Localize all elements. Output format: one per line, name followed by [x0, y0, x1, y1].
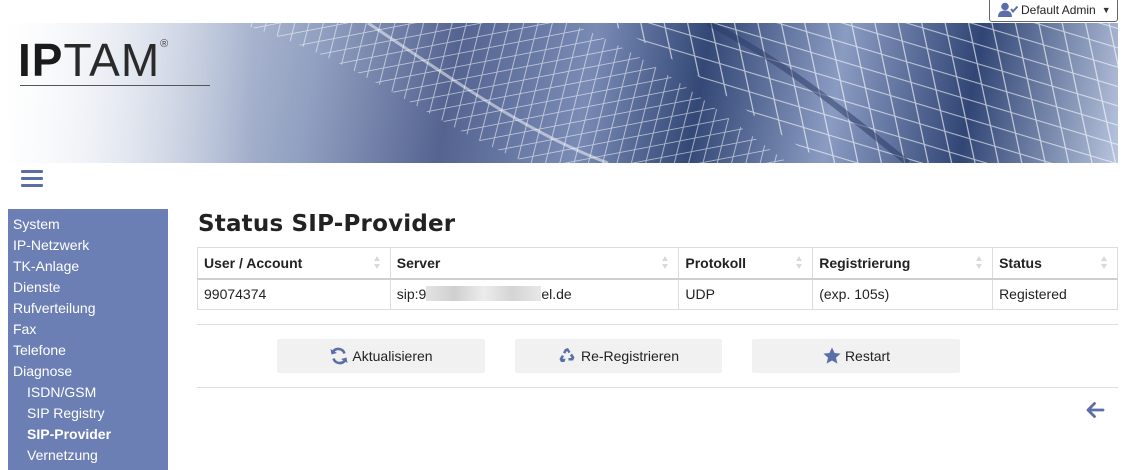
star-icon [823, 347, 841, 364]
chevron-down-icon: ▼ [1101, 5, 1111, 15]
sort-icon [1101, 256, 1108, 270]
divider [197, 387, 1118, 388]
refresh-button[interactable]: Aktualisieren [277, 339, 485, 373]
user-check-icon [998, 2, 1018, 17]
column-header-registration[interactable]: Registrierung [812, 247, 994, 280]
sort-icon [796, 256, 803, 270]
sidebar-item-sip-provider[interactable]: SIP-Provider [8, 426, 168, 447]
column-header-account[interactable]: User / Account [197, 247, 391, 280]
recycle-icon [559, 348, 575, 362]
reregister-button-label: Re-Registrieren [580, 348, 680, 364]
sidebar-item-vernetzung[interactable]: Vernetzung [8, 447, 168, 468]
table-header-row: User / Account Server Protokoll Registri… [197, 247, 1118, 280]
sidebar-item-ip-netzwerk[interactable]: IP-Netzwerk [8, 237, 168, 258]
restart-button-label: Restart [844, 348, 891, 364]
sidebar-item-system[interactable]: System [8, 216, 168, 237]
divider [197, 324, 1118, 325]
column-header-protocol[interactable]: Protokoll [678, 247, 814, 280]
sidebar-item-tk-anlage[interactable]: TK-Anlage [8, 258, 168, 279]
sidebar-item-isdn-gsm[interactable]: ISDN/GSM [8, 384, 168, 405]
sidebar-item-rufverteilung[interactable]: Rufverteilung [8, 300, 168, 321]
table-row: 99074374 sip:9 el.de UDP (exp. 105s) Regi… [197, 278, 1118, 310]
sidebar-item-telefone[interactable]: Telefone [8, 342, 168, 363]
sort-icon [976, 256, 983, 270]
sidebar-item-dienste[interactable]: Dienste [8, 279, 168, 300]
logo-underline [20, 85, 210, 86]
sip-provider-table: User / Account Server Protokoll Registri… [197, 247, 1118, 310]
cell-account: 99074374 [197, 278, 391, 310]
redacted-block [426, 286, 542, 302]
banner-graphic [8, 23, 1118, 163]
cell-status: Registered [992, 278, 1118, 310]
column-header-status[interactable]: Status [992, 247, 1118, 280]
arrow-left-icon[interactable] [1085, 401, 1105, 419]
cell-server: sip:9 el.de [389, 278, 680, 310]
reregister-button[interactable]: Re-Registrieren [515, 339, 722, 373]
column-header-server[interactable]: Server [389, 247, 680, 280]
cell-protocol: UDP [678, 278, 814, 310]
sidebar: System IP-Netzwerk TK-Anlage Dienste Ruf… [8, 209, 168, 470]
user-menu[interactable]: Default Admin ▼ [989, 0, 1118, 22]
page-title: Status SIP-Provider [198, 211, 456, 237]
sidebar-item-fax[interactable]: Fax [8, 321, 168, 342]
refresh-icon [330, 347, 348, 365]
iptam-logo: IPTAM® [18, 34, 170, 86]
hamburger-icon[interactable] [21, 170, 43, 188]
sort-icon [662, 256, 669, 270]
header-banner: IPTAM® [8, 23, 1118, 163]
user-menu-label: Default Admin [1021, 3, 1096, 17]
restart-button[interactable]: Restart [752, 339, 960, 373]
sidebar-item-diagnose[interactable]: Diagnose [8, 363, 168, 384]
sort-icon [373, 256, 381, 270]
cell-registration: (exp. 105s) [812, 278, 994, 310]
sidebar-item-sip-registry[interactable]: SIP Registry [8, 405, 168, 426]
refresh-button-label: Aktualisieren [352, 348, 433, 364]
